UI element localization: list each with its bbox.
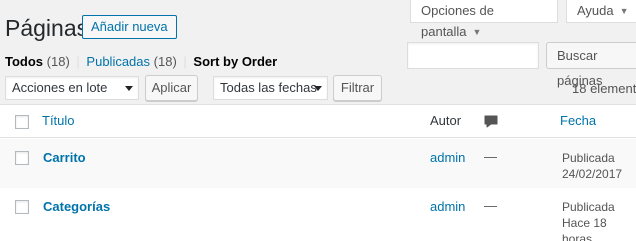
table-row: Carrito admin — Publicada 24/02/2017 — [0, 139, 636, 188]
table-header-row: Título Autor Fecha — [0, 105, 636, 138]
pages-table: Título Autor Fecha Carrito admin — Publi… — [0, 104, 636, 241]
select-all-checkbox[interactable] — [15, 115, 29, 129]
row-checkbox[interactable] — [15, 151, 29, 165]
column-date-header[interactable]: Fecha — [560, 113, 596, 128]
view-all-link[interactable]: Todos (18) — [5, 54, 70, 69]
add-new-button[interactable]: Añadir nueva — [82, 15, 177, 39]
page-title-link[interactable]: Categorías — [43, 199, 110, 214]
caret-down-icon: ▼ — [619, 6, 629, 16]
column-author-header: Autor — [430, 113, 462, 128]
help-tab[interactable]: Ayuda ▼ — [566, 0, 636, 23]
page-title-link[interactable]: Carrito — [43, 150, 86, 165]
date-status: Publicada — [562, 200, 615, 214]
row-checkbox[interactable] — [15, 200, 29, 214]
filter-button[interactable]: Filtrar — [333, 75, 382, 101]
author-link[interactable]: admin — [430, 150, 465, 165]
search-input[interactable] — [407, 42, 539, 69]
date-cell: Publicada Hace 18 horas — [562, 199, 636, 241]
view-all-label: Todos — [5, 54, 44, 69]
bulk-actions-select[interactable]: Acciones en lote — [5, 76, 139, 100]
screen-options-tab[interactable]: Opciones de pantalla ▼ — [410, 0, 558, 39]
comments-count: — — [484, 149, 497, 164]
search-pages-button[interactable]: Buscar páginas — [546, 42, 636, 88]
sort-by-order-link[interactable]: Sort by Order — [193, 54, 277, 69]
view-published-label: Publicadas — [86, 54, 151, 69]
view-separator: | — [183, 54, 187, 69]
table-row: Categorías admin — Publicada Hace 18 hor… — [0, 188, 636, 241]
status-views: Todos (18) | Publicadas (18) | Sort by O… — [5, 54, 277, 69]
view-all-count: (18) — [46, 54, 70, 69]
date-value-cont: horas — [562, 232, 593, 241]
view-published-count: (18) — [153, 54, 177, 69]
help-label: Ayuda — [577, 3, 614, 18]
date-cell: Publicada 24/02/2017 — [562, 150, 636, 182]
comment-bubble-icon[interactable] — [484, 115, 498, 128]
column-title-header[interactable]: Título — [42, 113, 75, 128]
bulk-actions-value: Acciones en lote — [12, 80, 108, 95]
chevron-down-icon — [125, 86, 133, 91]
author-link[interactable]: admin — [430, 199, 465, 214]
comment-bubble-svg — [484, 115, 498, 128]
date-value: 24/02/2017 — [562, 167, 623, 181]
date-status: Publicada — [562, 151, 615, 165]
page-title: Páginas — [5, 15, 89, 41]
date-filter-select[interactable]: Todas las fechas — [213, 76, 328, 100]
view-published-link[interactable]: Publicadas (18) — [86, 54, 176, 69]
comments-count: — — [484, 198, 497, 213]
items-count: 18 elementos — [572, 81, 636, 96]
caret-down-icon: ▼ — [472, 27, 482, 37]
chevron-down-icon — [314, 86, 322, 91]
date-filter-value: Todas las fechas — [220, 80, 317, 95]
apply-button[interactable]: Aplicar — [145, 75, 198, 101]
date-value: Hace 18 — [562, 216, 607, 230]
screen-options-label: Opciones de pantalla — [421, 3, 494, 39]
view-separator: | — [76, 54, 80, 69]
